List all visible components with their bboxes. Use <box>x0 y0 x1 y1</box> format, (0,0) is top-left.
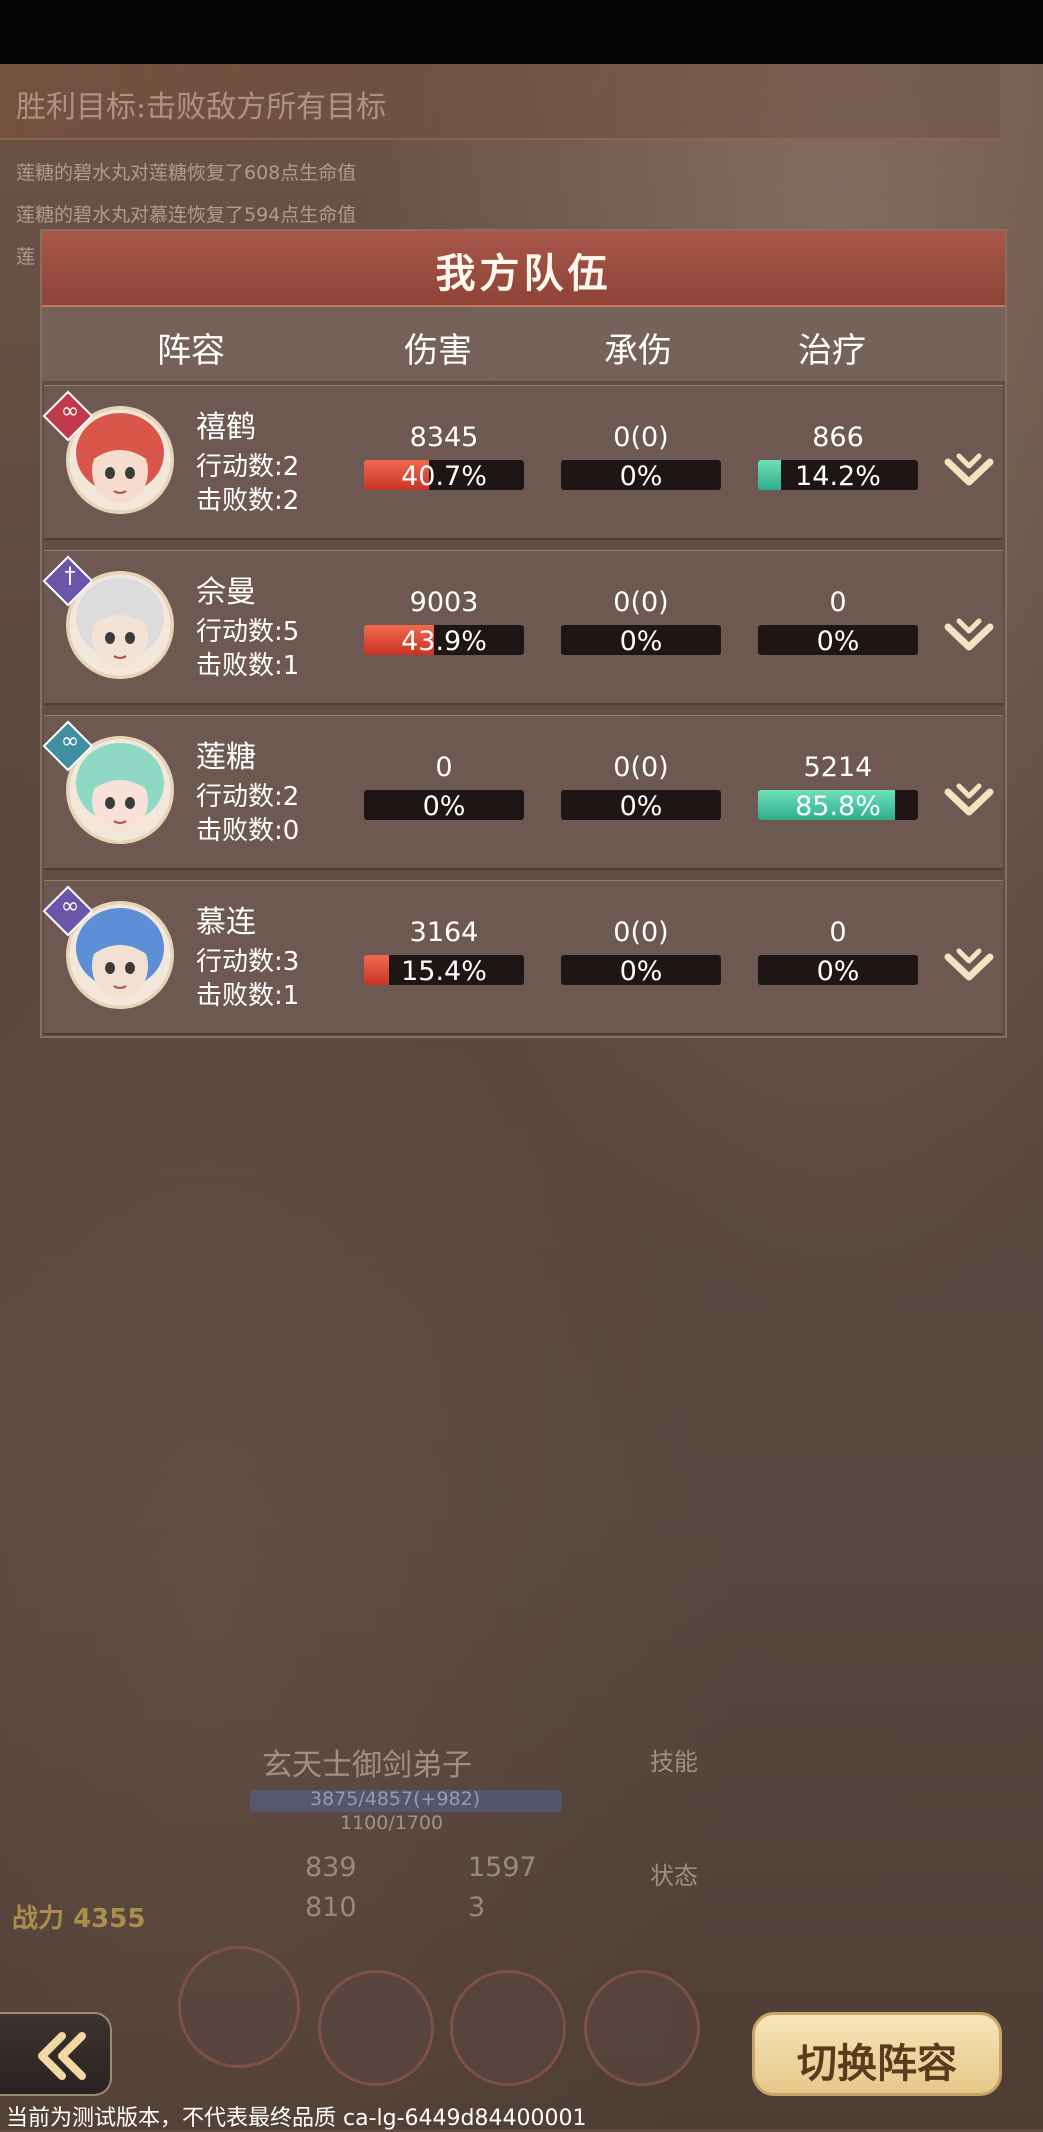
column-header-heal: 治疗 <box>798 331 866 371</box>
unit-extra: 3 <box>468 1892 486 1923</box>
damage-percent: 40.7% <box>401 461 487 490</box>
taken-value: 0(0) <box>613 752 669 783</box>
taken-percent: 0% <box>619 956 663 985</box>
expand-chevron-icon[interactable] <box>944 448 994 492</box>
team-portrait[interactable] <box>178 1946 300 2068</box>
member-row: ∞ 禧鹤 行动数:2 击败数:2 8345 40.7% 0(0) 0% 866 … <box>42 385 1003 540</box>
switch-lineup-button[interactable]: 切换阵容 <box>752 2012 1002 2096</box>
damage-bar: 15.4% <box>364 955 524 985</box>
heal-value: 0 <box>829 917 847 948</box>
damage-bar: 40.7% <box>364 460 524 490</box>
taken-percent: 0% <box>619 461 663 490</box>
taken-percent: 0% <box>619 626 663 655</box>
column-header-taken: 承伤 <box>604 331 672 371</box>
damage-value: 0 <box>435 752 453 783</box>
taken-bar: 0% <box>561 460 721 490</box>
unit-speed: 810 <box>305 1892 357 1923</box>
team-portrait[interactable] <box>318 1970 434 2086</box>
heal-percent: 0% <box>816 956 860 985</box>
damage-bar: 0% <box>364 790 524 820</box>
expand-chevron-icon[interactable] <box>944 778 994 822</box>
battle-log-line: 莲糖的碧水丸对莲糖恢复了608点生命值 <box>16 162 357 184</box>
skills-label: 技能 <box>650 1748 698 1776</box>
taken-bar: 0% <box>561 625 721 655</box>
power-label: 战力 4355 <box>12 1904 146 1934</box>
expand-chevron-icon[interactable] <box>944 943 994 987</box>
status-bar <box>0 0 1043 64</box>
heal-value: 5214 <box>803 752 873 783</box>
unit-hp-text: 3875/4857(+982) <box>310 1788 481 1810</box>
victory-goal-text: 胜利目标:击败敌方所有目标 <box>16 90 387 125</box>
heal-percent: 14.2% <box>795 461 881 490</box>
member-kills: 击败数:1 <box>196 651 300 681</box>
battle-log-line: 莲糖的碧水丸对慕连恢复了594点生命值 <box>16 204 357 226</box>
team-stats-panel: 我方队伍 阵容 伤害 承伤 治疗 ∞ 禧鹤 行动数:2 击败数:2 8345 4… <box>40 229 1007 1038</box>
taken-value: 0(0) <box>613 422 669 453</box>
heal-value: 0 <box>829 587 847 618</box>
sword-icon: † <box>64 564 76 589</box>
gourd-icon: ∞ <box>60 894 80 919</box>
heal-bar: 14.2% <box>758 460 918 490</box>
taken-value: 0(0) <box>613 917 669 948</box>
battle-log-line: 莲 <box>16 246 36 268</box>
back-button[interactable] <box>0 2012 112 2096</box>
heal-bar: 0% <box>758 625 918 655</box>
unit-def: 1597 <box>468 1852 537 1883</box>
damage-percent: 0% <box>422 791 466 820</box>
heal-bar: 0% <box>758 955 918 985</box>
column-header-lineup: 阵容 <box>157 331 225 371</box>
member-kills: 击败数:2 <box>196 486 300 516</box>
test-version-notice: 当前为测试版本，不代表最终品质 ca-lg-6449d84400001 <box>6 2106 587 2131</box>
team-portrait[interactable] <box>450 1970 566 2086</box>
member-name: 佘曼 <box>196 575 256 610</box>
expand-chevron-icon[interactable] <box>944 613 994 657</box>
member-name: 莲糖 <box>196 740 256 775</box>
power-value: 4355 <box>73 1904 146 1934</box>
member-actions: 行动数:2 <box>196 452 300 482</box>
heal-value: 866 <box>812 422 864 453</box>
member-actions: 行动数:5 <box>196 617 300 647</box>
taken-value: 0(0) <box>613 587 669 618</box>
member-name: 慕连 <box>196 905 256 940</box>
damage-value: 9003 <box>409 587 479 618</box>
member-actions: 行动数:3 <box>196 947 300 977</box>
team-portrait[interactable] <box>584 1970 700 2086</box>
member-actions: 行动数:2 <box>196 782 300 812</box>
damage-bar: 43.9% <box>364 625 524 655</box>
member-row: ∞ 慕连 行动数:3 击败数:1 3164 15.4% 0(0) 0% 0 0% <box>42 880 1003 1035</box>
unit-name: 玄天士御剑弟子 <box>262 1748 472 1783</box>
heal-percent: 0% <box>816 626 860 655</box>
member-row: † 佘曼 行动数:5 击败数:1 9003 43.9% 0(0) 0% 0 0% <box>42 550 1003 705</box>
taken-percent: 0% <box>619 791 663 820</box>
member-kills: 击败数:0 <box>196 816 300 846</box>
member-row: ∞ 莲糖 行动数:2 击败数:0 0 0% 0(0) 0% 5214 85.8% <box>42 715 1003 870</box>
gourd-icon: ∞ <box>60 399 80 424</box>
taken-bar: 0% <box>561 790 721 820</box>
unit-shield-text: 1100/1700 <box>340 1812 444 1834</box>
heal-bar: 85.8% <box>758 790 918 820</box>
unit-atk: 839 <box>305 1852 357 1883</box>
damage-value: 3164 <box>409 917 479 948</box>
heal-percent: 85.8% <box>795 791 881 820</box>
damage-percent: 15.4% <box>401 956 487 985</box>
switch-lineup-label: 切换阵容 <box>797 2041 957 2087</box>
status-label: 状态 <box>650 1862 698 1890</box>
damage-percent: 43.9% <box>401 626 487 655</box>
gourd-icon: ∞ <box>60 729 80 754</box>
taken-bar: 0% <box>561 955 721 985</box>
column-header-damage: 伤害 <box>404 331 472 371</box>
panel-title: 我方队伍 <box>435 251 612 297</box>
back-arrow-icon <box>38 2032 86 2080</box>
damage-value: 8345 <box>409 422 479 453</box>
member-kills: 击败数:1 <box>196 981 300 1011</box>
member-name: 禧鹤 <box>196 410 256 445</box>
